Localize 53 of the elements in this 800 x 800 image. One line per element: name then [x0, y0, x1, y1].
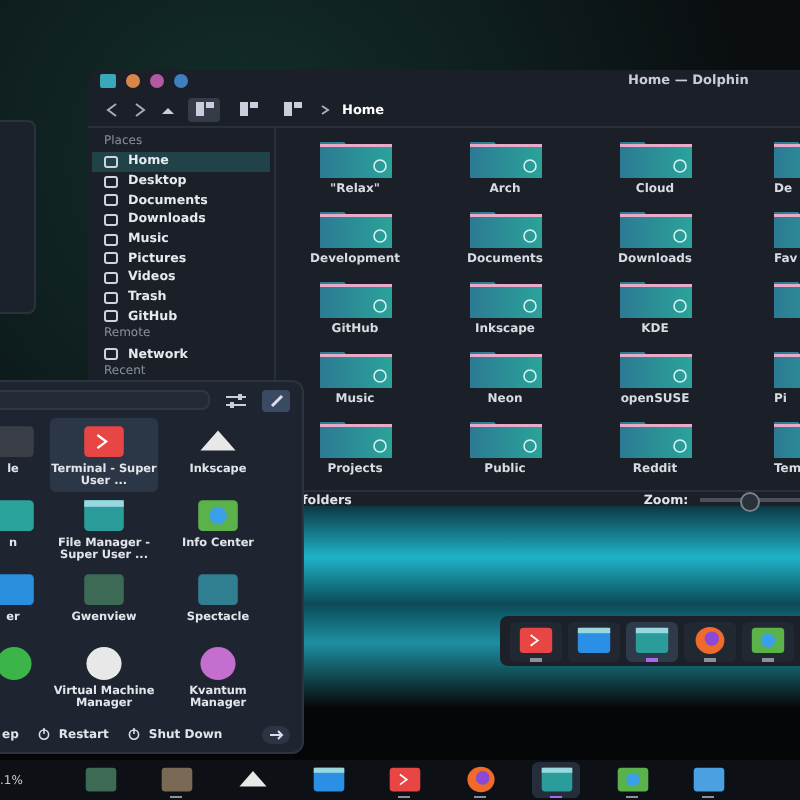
- power-icon: [128, 728, 141, 740]
- arrow-icon: [269, 729, 283, 739]
- folder-icon: [469, 140, 541, 178]
- place-icon: [104, 348, 118, 361]
- info-icon: [615, 766, 649, 794]
- more-button[interactable]: [262, 725, 290, 743]
- folder-icon: [469, 420, 541, 458]
- sliders-icon[interactable]: [226, 393, 246, 407]
- back-icon[interactable]: [104, 101, 120, 117]
- forward-icon[interactable]: [132, 101, 148, 117]
- dock-item[interactable]: [510, 621, 562, 661]
- dock-item[interactable]: [626, 621, 678, 661]
- dock-item[interactable]: [742, 621, 794, 661]
- layout-icon: [239, 102, 257, 116]
- folder-icon: [319, 140, 391, 178]
- terminal-icon: [518, 626, 554, 656]
- dock-item[interactable]: [568, 621, 620, 661]
- folder-icon: [100, 74, 116, 88]
- folder-icon: [469, 350, 541, 388]
- folder-icon: [619, 210, 691, 248]
- slider-thumb[interactable]: [740, 492, 761, 512]
- chevron-icon: [320, 103, 330, 115]
- app-icon: [0, 646, 35, 682]
- info-icon: [196, 498, 240, 534]
- folder-icon: [619, 140, 691, 178]
- task-button[interactable]: [532, 762, 580, 798]
- folder-icon: [634, 626, 670, 656]
- folder-icon: [319, 350, 391, 388]
- briefcase-icon: [311, 766, 345, 794]
- app-icon: [0, 498, 35, 534]
- folder-icon: [319, 420, 391, 458]
- layout-icon: [283, 102, 301, 116]
- folder-icon: [539, 766, 573, 794]
- pin-button[interactable]: [262, 389, 290, 411]
- folder-icon: [319, 280, 391, 318]
- power-icon: [38, 728, 51, 740]
- folder-icon: [619, 280, 691, 318]
- folder-icon: [619, 350, 691, 388]
- app-icon: [0, 424, 35, 460]
- terminal-icon: [387, 766, 421, 794]
- folder-icon: [619, 420, 691, 458]
- folder-icon: [319, 210, 391, 248]
- folder-icon: [469, 210, 541, 248]
- terminal-icon: [82, 424, 126, 460]
- info-icon: [750, 626, 786, 656]
- dock-item[interactable]: [684, 621, 736, 661]
- folder-icon: [469, 280, 541, 318]
- app-icon: [0, 572, 35, 608]
- briefcase-icon: [576, 626, 612, 656]
- pin-icon: [269, 393, 283, 407]
- layout-icon: [195, 102, 213, 116]
- folder-icon: [82, 498, 126, 534]
- view-mode-button[interactable]: [188, 97, 220, 121]
